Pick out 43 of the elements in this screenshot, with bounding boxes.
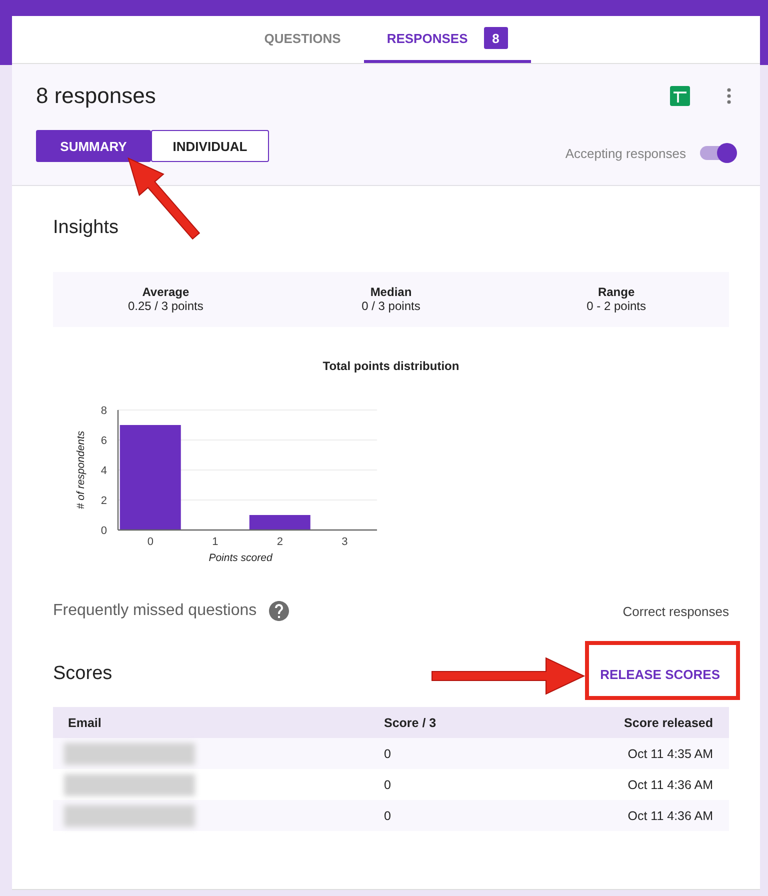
responses-count-title: 8 responses bbox=[36, 82, 156, 110]
tab[interactable]: QUESTIONS bbox=[241, 16, 364, 63]
scores-heading: Scores bbox=[53, 663, 112, 685]
correct-responses-link[interactable]: Correct responses bbox=[622, 604, 729, 618]
toggle-switch[interactable] bbox=[700, 143, 737, 163]
spreadsheet-icon[interactable] bbox=[670, 86, 690, 106]
axis-tick-label: 6 bbox=[100, 435, 107, 447]
view-tab[interactable]: INDIVIDUAL bbox=[151, 130, 269, 162]
table-cell: Oct 11 4:35 AM bbox=[628, 746, 713, 760]
table-cell-text: 0 bbox=[384, 778, 392, 792]
table-cell: Oct 11 4:36 AM bbox=[628, 808, 713, 822]
table-cell: Oct 11 4:36 AM bbox=[628, 778, 713, 792]
stat-value: 0 - 2 points bbox=[586, 299, 646, 313]
stat-label: Average bbox=[142, 285, 190, 299]
axis-tick-label: 1 bbox=[212, 536, 218, 548]
column-header: Email bbox=[67, 716, 102, 730]
count-badge: 8 bbox=[484, 27, 508, 49]
table-cell-text: 0 bbox=[384, 746, 392, 760]
help-icon[interactable] bbox=[268, 601, 289, 621]
chart-title: Total points distribution bbox=[322, 359, 460, 373]
insights-heading: Insights bbox=[53, 216, 118, 240]
chart-bar bbox=[249, 515, 310, 530]
release-scores-button[interactable]: RELEASE SCORES bbox=[591, 657, 729, 691]
column-header: Score released bbox=[624, 716, 713, 730]
axis-tick-label: 4 bbox=[100, 465, 107, 477]
axis-tick-label: 8 bbox=[100, 405, 107, 417]
accepting-responses-label: Accepting responses bbox=[565, 146, 686, 160]
stat-label: Range bbox=[598, 285, 635, 299]
axis-tick-label: 0 bbox=[147, 536, 154, 548]
stat-value: 0 / 3 points bbox=[362, 299, 420, 313]
table-cell-text: 0 bbox=[384, 808, 392, 822]
y-axis-title: # of respondents bbox=[75, 430, 87, 510]
axis-tick-label: 0 bbox=[100, 525, 107, 537]
x-axis-title: Points scored bbox=[208, 552, 272, 564]
column-header: Score / 3 bbox=[384, 716, 438, 730]
missed-questions-heading: Frequently missed questions bbox=[53, 602, 257, 620]
axis-tick-label: 2 bbox=[100, 495, 107, 507]
axis-tick-label: 3 bbox=[342, 536, 348, 548]
stat-value: 0.25 / 3 points bbox=[128, 299, 204, 313]
view-tab[interactable]: SUMMARY bbox=[36, 130, 151, 162]
axis-tick-label: 2 bbox=[276, 536, 283, 548]
stat-label: Median bbox=[370, 285, 412, 299]
more-options-icon[interactable] bbox=[727, 88, 731, 104]
